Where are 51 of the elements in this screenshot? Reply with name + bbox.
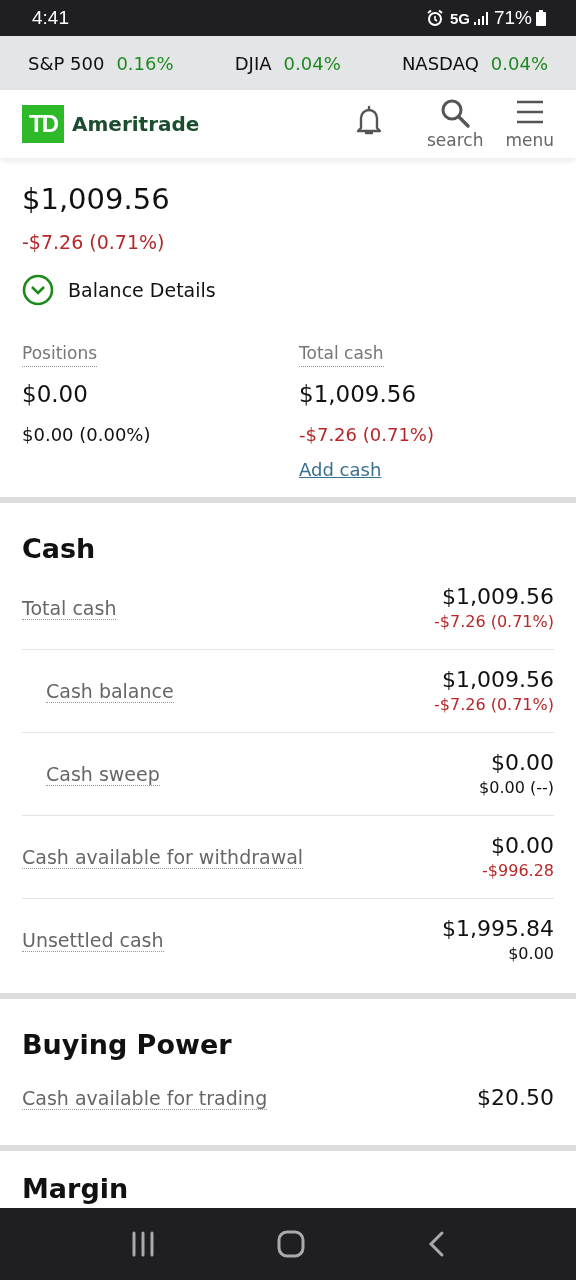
metric-value: $1,009.56 (299, 380, 417, 409)
row-label[interactable]: Unsettled cash (22, 929, 164, 952)
logo-text[interactable]: Ameritrade (72, 112, 200, 136)
balance-details-toggle[interactable]: Balance Details (22, 270, 216, 310)
row-value: $1,009.56 (442, 583, 554, 611)
row-value: $20.50 (477, 1084, 554, 1112)
row-change: $0.00 (508, 943, 554, 965)
row-value: $0.00 (491, 832, 554, 860)
row-value: $1,995.84 (442, 915, 554, 943)
row-label[interactable]: Cash available for trading (22, 1087, 268, 1110)
index-change: 0.04% (283, 52, 341, 74)
signal-icon (473, 11, 488, 25)
row-value: $0.00 (491, 749, 554, 777)
index-name: DJIA (234, 52, 272, 74)
menu-button[interactable]: menu (505, 98, 554, 150)
network-label: 5G (449, 9, 470, 27)
bell-icon (354, 104, 383, 136)
index-change: 0.16% (116, 52, 174, 74)
menu-icon (515, 100, 544, 124)
row-change: -$7.26 (0.71%) (434, 694, 554, 716)
index-change: 0.04% (490, 52, 548, 74)
metric-change: -$7.26 (0.71%) (299, 423, 434, 447)
row-label[interactable]: Cash balance (46, 680, 174, 703)
metric-label[interactable]: Positions (22, 340, 98, 367)
metric-label[interactable]: Total cash (299, 340, 384, 367)
account-total: $1,009.56 (22, 181, 171, 218)
home-icon[interactable] (277, 1230, 305, 1258)
row-label[interactable]: Total cash (22, 597, 117, 620)
metric-change: $0.00 (0.00%) (22, 423, 151, 447)
row-change: -$7.26 (0.71%) (434, 611, 554, 633)
index-name: S&P 500 (28, 52, 105, 74)
battery-icon (536, 10, 546, 26)
index-name: NASDAQ (401, 52, 479, 74)
metric-value: $0.00 (22, 380, 88, 409)
alarm-icon (425, 9, 444, 27)
add-cash-link[interactable]: Add cash (299, 457, 382, 483)
battery-percent: 71% (493, 7, 532, 29)
account-change: -$7.26 (0.71%) (22, 230, 166, 255)
row-change: -$996.28 (482, 860, 554, 882)
row-value: $1,009.56 (442, 666, 554, 694)
search-button[interactable]: search (426, 98, 484, 150)
section-title: Margin (22, 1173, 130, 1205)
row-label[interactable]: Cash sweep (46, 763, 160, 786)
section-title: Buying Power (22, 1029, 233, 1061)
section-title: Cash (22, 533, 97, 565)
row-change: $0.00 (--) (479, 777, 554, 799)
search-icon (440, 98, 471, 128)
notifications-button[interactable] (354, 104, 383, 136)
status-time: 4:41 (32, 7, 69, 29)
row-label[interactable]: Cash available for withdrawal (22, 846, 304, 869)
recent-apps-icon[interactable] (130, 1231, 157, 1257)
